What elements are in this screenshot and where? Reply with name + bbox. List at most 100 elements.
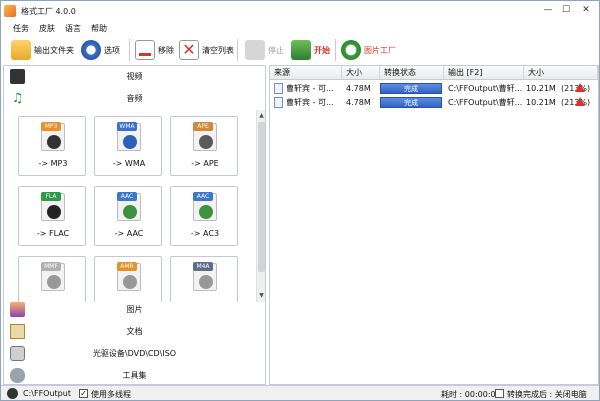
format-tile[interactable]: APE -> APE: [170, 116, 238, 176]
format-badge: MP3: [41, 122, 61, 131]
category-picture[interactable]: 图片: [4, 299, 265, 321]
table-row[interactable]: 曹轩宾 - 可... 4.78M 完成 C:\FFOutput\曹轩... 10…: [270, 96, 598, 109]
menu-language[interactable]: 语言: [65, 23, 81, 34]
row-output: C:\FFOutput\曹轩...: [448, 84, 523, 93]
table-row[interactable]: 曹轩宾 - 可... 4.78M 完成 C:\FFOutput\曹轩... 10…: [270, 82, 598, 95]
after-done-label: 转换完成后 : 关闭电脑: [507, 390, 587, 399]
format-tile[interactable]: MP3 -> MP3: [18, 116, 86, 176]
row-output-size: 10.21M: [526, 98, 556, 107]
remove-button[interactable]: 移除: [135, 37, 174, 63]
status-badge: 完成: [380, 83, 442, 94]
close-button[interactable]: ✕: [579, 4, 593, 16]
output-folder-label: 输出文件夹: [34, 45, 74, 55]
size-increase-arrow-icon: [575, 97, 585, 106]
stop-icon: [245, 40, 265, 60]
row-size: 4.78M: [346, 98, 371, 107]
category-tools-label: 工具集: [122, 371, 147, 380]
format-factory-logo-icon: [4, 5, 16, 17]
category-picture-label: 图片: [126, 305, 143, 314]
format-tile-label: -> AAC: [114, 229, 144, 238]
category-document-label: 文档: [126, 327, 143, 336]
format-glyph-icon: [123, 135, 137, 149]
format-badge: MMF: [41, 262, 61, 271]
format-badge: AAC: [193, 192, 213, 201]
category-tools[interactable]: 工具集: [4, 365, 265, 384]
stop-button[interactable]: 停止: [245, 37, 284, 63]
status-badge: 完成: [380, 97, 442, 108]
category-video[interactable]: 视频: [4, 66, 265, 88]
category-panel: 视频 ♫ 音频 MP3 -> MP3 WMA -> WMA APE -> APE FLA ->…: [3, 65, 266, 385]
multithread-checkbox[interactable]: ✓: [79, 389, 88, 398]
after-done-checkbox[interactable]: [495, 389, 504, 398]
format-tile[interactable]: M4A: [170, 256, 238, 302]
column-header-source[interactable]: 来源: [270, 66, 342, 80]
clear-list-button[interactable]: ✕ 清空列表: [179, 37, 234, 63]
category-audio[interactable]: ♫ 音频: [4, 88, 265, 110]
options-label: 选项: [104, 45, 120, 55]
minimize-button[interactable]: —: [541, 4, 555, 16]
menu-task[interactable]: 任务: [13, 23, 29, 34]
category-audio-label: 音频: [126, 94, 143, 103]
audio-file-icon: [274, 83, 283, 94]
format-tile[interactable]: FLA -> FLAC: [18, 186, 86, 246]
status-bar: C:\FFOutput ✓ 使用多线程 耗时 : 00:00:06 转换完成后 …: [1, 385, 599, 400]
elapsed-time: 耗时 : 00:00:06: [441, 390, 501, 399]
category-rom-device[interactable]: 光驱设备\DVD\CD\ISO: [4, 343, 265, 365]
start-button[interactable]: 开始: [291, 37, 330, 63]
category-document[interactable]: 文档: [4, 321, 265, 343]
format-tile-label: -> FLAC: [36, 229, 70, 238]
scroll-thumb[interactable]: [258, 122, 265, 272]
format-tile-label: -> WMA: [112, 159, 146, 168]
category-rom-label: 光驱设备\DVD\CD\ISO: [92, 349, 177, 358]
format-badge: APE: [193, 122, 213, 131]
tiles-scrollbar[interactable]: ▲ ▼: [256, 110, 265, 302]
remove-label: 移除: [158, 45, 174, 55]
column-header-status[interactable]: 转换状态: [380, 66, 444, 80]
format-badge: FLA: [41, 192, 61, 201]
task-list: 来源 大小 转换状态 输出 [F2] 大小 曹轩宾 - 可... 4.78M 完…: [269, 65, 599, 385]
menu-help[interactable]: 帮助: [91, 23, 107, 34]
maximize-button[interactable]: ☐: [559, 4, 573, 16]
format-tile-label: -> AC3: [190, 229, 220, 238]
output-folder-button[interactable]: 输出文件夹: [11, 37, 74, 63]
picture-factory-button[interactable]: 图片工厂: [341, 37, 396, 63]
options-gear-icon: [81, 40, 101, 60]
size-increase-arrow-icon: [575, 83, 585, 92]
magnifier-icon: [341, 40, 361, 60]
scroll-up-arrow-icon[interactable]: ▲: [258, 112, 265, 119]
scroll-down-arrow-icon[interactable]: ▼: [258, 292, 265, 299]
options-button[interactable]: 选项: [81, 37, 120, 63]
row-output-size: 10.21M: [526, 84, 556, 93]
toolbar-separator: [129, 39, 130, 61]
multithread-label: 使用多线程: [91, 390, 131, 399]
format-tile[interactable]: AAC -> AAC: [94, 186, 162, 246]
output-folder-icon[interactable]: [7, 388, 18, 399]
output-path: C:\FFOutput: [23, 389, 71, 398]
column-header-size[interactable]: 大小: [342, 66, 380, 80]
toolbar-separator: [335, 39, 336, 61]
row-source: 曹轩宾 - 可...: [286, 98, 334, 107]
column-header-output[interactable]: 输出 [F2]: [444, 66, 524, 80]
format-tile[interactable]: MMF: [18, 256, 86, 302]
format-badge: WMA: [117, 122, 137, 131]
picture-factory-label: 图片工厂: [364, 45, 396, 55]
format-glyph-icon: [47, 135, 61, 149]
format-tile[interactable]: WMA -> WMA: [94, 116, 162, 176]
format-glyph-icon: [47, 275, 61, 289]
format-badge: AMR: [117, 262, 137, 271]
toolbar-separator: [237, 39, 238, 61]
menu-skin[interactable]: 皮肤: [39, 23, 55, 34]
format-glyph-icon: [123, 275, 137, 289]
title-bar: 格式工厂 4.0.0 — ☐ ✕: [1, 1, 599, 21]
stop-label: 停止: [268, 45, 284, 55]
format-tile[interactable]: AAC -> AC3: [170, 186, 238, 246]
folder-icon: [11, 40, 31, 60]
audio-format-tiles: MP3 -> MP3 WMA -> WMA APE -> APE FLA -> FLAC AAC…: [4, 110, 256, 302]
format-glyph-icon: [199, 275, 213, 289]
column-header-output-size[interactable]: 大小: [524, 66, 598, 80]
clear-list-x-icon: ✕: [179, 40, 199, 60]
toolbar: 输出文件夹 选项 移除 ✕ 清空列表 停止 开始 图片工厂: [1, 35, 599, 65]
format-badge: AAC: [117, 192, 137, 201]
format-tile[interactable]: AMR: [94, 256, 162, 302]
format-glyph-icon: [47, 205, 61, 219]
